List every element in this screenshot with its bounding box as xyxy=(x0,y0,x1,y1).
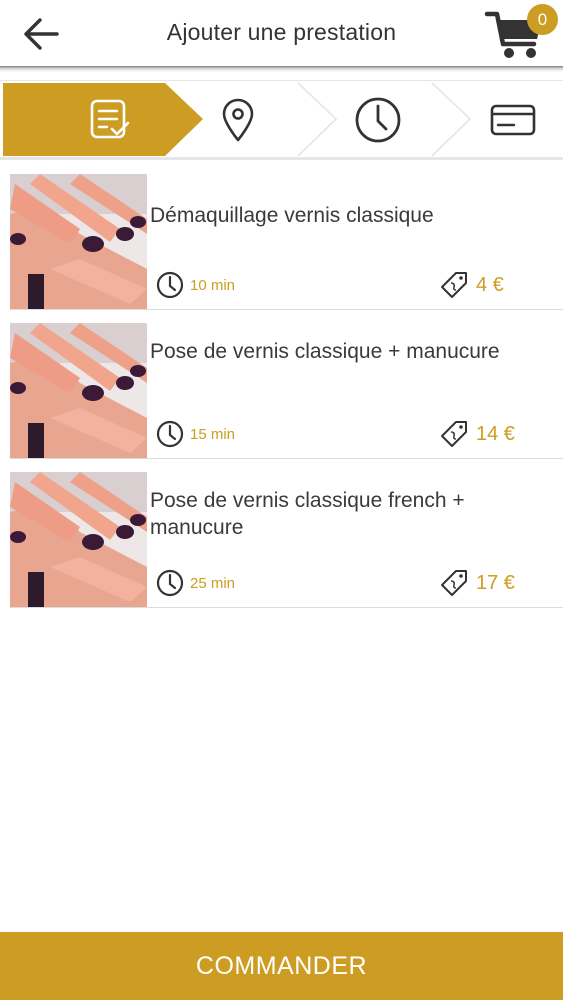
price-tag-icon xyxy=(441,272,467,298)
clock-icon xyxy=(355,97,401,142)
credit-card-icon xyxy=(490,104,536,135)
step-location[interactable] xyxy=(210,81,266,158)
price-tag-icon xyxy=(441,570,467,596)
step-payment[interactable] xyxy=(484,81,542,158)
checkout-steps xyxy=(0,80,563,160)
service-duration: 25 min xyxy=(156,569,235,597)
header-divider xyxy=(0,66,563,72)
page-title: Ajouter une prestation xyxy=(166,19,397,45)
duration-value: 10 min xyxy=(190,276,236,294)
price-value: 14 € xyxy=(476,422,515,445)
step-services[interactable] xyxy=(70,81,150,158)
location-pin-icon xyxy=(222,98,254,141)
service-duration: 10 min xyxy=(156,271,235,299)
service-photo xyxy=(10,472,147,607)
order-button[interactable]: COMMANDER xyxy=(0,932,563,1000)
price-tag-icon xyxy=(441,421,467,447)
service-photo xyxy=(10,323,147,458)
service-item[interactable]: Démaquillage vernis classique 10 min 4 € xyxy=(10,172,563,310)
service-price: 14 € xyxy=(440,420,515,448)
service-title: Pose de vernis classique + manucure xyxy=(150,340,500,363)
service-item[interactable]: Pose de vernis classique + manucure 15 m… xyxy=(10,321,563,459)
clock-icon xyxy=(156,569,184,597)
service-photo xyxy=(10,174,147,309)
service-title: Pose de vernis classique french + manucu… xyxy=(150,489,465,539)
price-value: 17 € xyxy=(476,571,515,594)
cart-count-badge: 0 xyxy=(527,4,558,35)
clock-icon xyxy=(156,420,184,448)
service-duration: 15 min xyxy=(156,420,235,448)
checklist-icon xyxy=(90,99,130,138)
app-header: Ajouter une prestation 0 xyxy=(0,0,563,68)
step-schedule[interactable] xyxy=(350,81,406,158)
service-price: 4 € xyxy=(440,271,504,299)
service-item[interactable]: Pose de vernis classique french + manucu… xyxy=(10,470,563,608)
clock-icon xyxy=(156,271,184,299)
service-title: Démaquillage vernis classique xyxy=(150,204,434,227)
service-price: 17 € xyxy=(440,569,515,597)
duration-value: 15 min xyxy=(190,425,236,443)
duration-value: 25 min xyxy=(190,574,236,592)
price-value: 4 € xyxy=(476,273,504,296)
